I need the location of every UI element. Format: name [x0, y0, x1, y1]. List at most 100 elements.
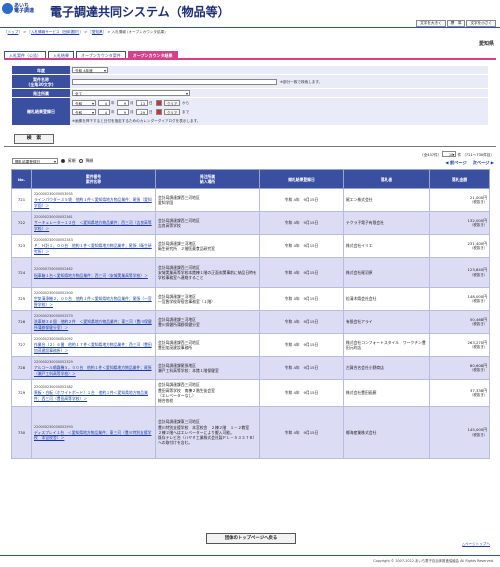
- case-name-link[interactable]: ラインパウダー３５袋 他約１件＜愛知県地方物品業件；尾張（愛知学園）＞: [34, 197, 152, 207]
- prev-page-label: 前ページ: [449, 160, 467, 165]
- org-label: 発注所属: [12, 89, 70, 98]
- case-name-link[interactable]: Ｐ：Ｈ計１，００台 他約１件＜愛知県地方物品業件；尾張（衛生研究所）＞: [34, 243, 152, 253]
- amount-note: （税抜き）: [470, 200, 487, 204]
- breadcrumb-service-link[interactable]: 入札情報サービス（団体選択）: [31, 30, 80, 34]
- table-row: 722 220000230000052361 サーキュレーター１２台 ＜愛知県地方物…: [11, 211, 490, 235]
- table-row: 724 220000720000052462 指車箱１台＜愛知県地方物品業件；西三河…: [11, 257, 490, 288]
- row-case: 220000230000052500 空気清浄機２，００台 他約１件＜愛知県地方物…: [31, 287, 156, 311]
- amount-note: （税抜き）: [470, 345, 487, 349]
- back-to-org-top-button[interactable]: 団体のトップページへ戻る: [206, 533, 296, 544]
- breadcrumb-prefecture-link[interactable]: 愛知県: [92, 30, 103, 34]
- logo-icon: [2, 3, 13, 14]
- row-date: 令和 4年 9月15日: [259, 333, 344, 357]
- row-no: 721: [11, 188, 32, 212]
- row-date: 令和 4年 9月15日: [259, 406, 344, 459]
- page-range: （721～730件目）: [462, 153, 494, 157]
- font-standard-button[interactable]: 標 準: [446, 20, 466, 27]
- breadcrumb-sep: >: [82, 30, 89, 34]
- row-winner: 株式会社尾羽原: [343, 257, 430, 288]
- font-size-controls: 文字を大きく 標 準 文字を小さく: [416, 20, 496, 27]
- sort-desc-radio[interactable]: [78, 159, 83, 163]
- table-row: 730 220000230000052593 ディスプレイ１台 ＜愛知県地方物品業件…: [11, 406, 490, 459]
- sort-controls: 開札結果登録日 昇順 降順: [12, 158, 94, 165]
- next-page-link[interactable]: 次ページ ▶: [473, 160, 494, 166]
- table-row: 729 220000230000052382 黒板・白板（ホワイトボード）１台 他約…: [11, 379, 490, 407]
- next-page-label: 次ページ: [472, 160, 490, 165]
- site-title: 電子調達共同システム（物品等）: [50, 5, 230, 19]
- header-case: 案件番号 案件名称: [31, 169, 156, 189]
- logo-text: あいち 電子調達: [14, 4, 48, 14]
- date-to-clear-button[interactable]: クリア: [164, 109, 181, 115]
- date-to-year-input[interactable]: 4: [98, 109, 110, 115]
- row-org: 会計局調達課尾張地区 瀬戸工科高等学校：本館１階保健室: [155, 356, 260, 380]
- case-name-link[interactable]: サーキュレーター１２台 ＜愛知県地方物品業件；西三河（吉良高等学校）＞: [34, 220, 152, 230]
- row-no: 727: [11, 333, 32, 357]
- case-name-link[interactable]: アルコール噴霧機５，００台 他約１件＜愛知県地方物品業件；尾張（瀬戸工科高等学校…: [34, 365, 152, 375]
- day-unit: 日: [149, 110, 153, 114]
- calendar-icon[interactable]: [156, 100, 162, 106]
- results-table: No. 案件番号 案件名称 発注所属 納入場所 開札結果登録日 落札者 落札金額…: [11, 169, 490, 459]
- date-to-day-input[interactable]: 29: [136, 109, 148, 115]
- sort-desc-label: 降順: [85, 158, 94, 163]
- per-page-select[interactable]: 10: [442, 151, 457, 158]
- case-name-link[interactable]: 洗車剤３６個 他約２件 ＜愛知県地方物品業件；東三河（豊川保健所蒲郡保健分室）＞: [34, 319, 152, 329]
- prev-page-link[interactable]: ◀ 前ページ: [445, 160, 466, 166]
- row-date: 令和 4年 9月15日: [259, 356, 344, 380]
- row-no: 724: [11, 257, 32, 288]
- row-winner: 有限会社アライ: [343, 310, 430, 334]
- date-from-era-select[interactable]: 令和: [72, 100, 96, 107]
- row-no: 730: [11, 406, 32, 459]
- case-name-link[interactable]: 作業台（２）６番 他約１７件＜愛知県地方物品業件；西三河（豊田加茂建設事務所）＞: [34, 342, 152, 352]
- row-no: 729: [11, 379, 32, 407]
- row-no: 726: [11, 310, 32, 334]
- date-from-clear-button[interactable]: クリア: [164, 100, 181, 106]
- divider: [4, 146, 496, 147]
- case-name-link[interactable]: 指車箱１台＜愛知県地方物品業件；西三河（安城実業高等学校）＞: [34, 273, 148, 278]
- sort-asc-radio[interactable]: [61, 159, 65, 163]
- row-org: 会計局調達課三河地区 豊川保健所蒲郡保健分室: [155, 310, 260, 334]
- case-name-link[interactable]: ディスプレイ１台 ＜愛知県地方物品業件；東三河（豊川特別支援学校 本宮校舎）＞: [34, 430, 151, 440]
- search-row-org: 発注所属 全て: [12, 89, 488, 98]
- row-date: 令和 4年 9月15日: [259, 234, 344, 258]
- case-name-label-sub: (全角30文字): [28, 81, 54, 87]
- date-from-day-input[interactable]: 13: [136, 100, 148, 106]
- row-date: 令和 4年 9月15日: [259, 211, 344, 235]
- row-org: 会計局調達課西三河地区 愛知学園: [155, 188, 260, 212]
- font-smaller-button[interactable]: 文字を小さく: [466, 20, 496, 27]
- region-name: 愛知県: [478, 41, 494, 47]
- case-name-link[interactable]: 黒板・白板（ホワイトボード）１台 他約１件＜愛知県地方物品業件；西三河（豊田高等…: [34, 390, 148, 400]
- date-to-month-input[interactable]: 9: [117, 109, 129, 115]
- font-larger-button[interactable]: 文字を大きく: [416, 20, 446, 27]
- row-amount: 145,000円 （税抜き）: [429, 406, 490, 459]
- amount-note: （税抜き）: [470, 299, 487, 303]
- case-name-link[interactable]: 空気清浄機２，００台 他約１件＜愛知県地方物品業件；尾張（一宮聾学校）＞: [34, 296, 152, 306]
- header-date: 開札結果登録日: [259, 169, 344, 189]
- amount-note: （税抜き）: [470, 368, 487, 372]
- logo-line2: 電子調達: [14, 8, 35, 14]
- row-amount: 80,608円 （税抜き）: [429, 356, 490, 380]
- calendar-icon[interactable]: [156, 109, 162, 115]
- row-org: 会計局調達課西三河地区 豊田加茂建設事務所: [155, 333, 260, 357]
- row-date: 令和 4年 9月15日: [259, 188, 344, 212]
- date-to-era-select[interactable]: 令和: [72, 109, 96, 116]
- row-org: 会計局調達課西三河地区 豊田高等学校 南棟２階生徒会室 （エレベーターなし） 総…: [155, 379, 260, 407]
- date-from-month-input[interactable]: 9: [117, 100, 129, 106]
- page-top-link[interactable]: △ページトップへ: [462, 542, 490, 547]
- year-label: 年度: [12, 66, 70, 75]
- org-select[interactable]: 全て: [72, 90, 190, 97]
- tab-underline: [4, 58, 496, 60]
- table-row: 721 220000230000053935 ラインパウダー３５袋 他約１件＜愛知県…: [11, 188, 490, 212]
- year-select[interactable]: 令和 4年度: [72, 67, 108, 74]
- case-name-input[interactable]: [72, 79, 277, 85]
- row-amount: 50,468円 （税抜き）: [429, 310, 490, 334]
- sort-asc-label: 昇順: [68, 158, 76, 163]
- month-unit: 月: [130, 101, 134, 105]
- breadcrumb-sep: > 入札情報: [106, 30, 128, 34]
- date-from-year-input[interactable]: 4: [98, 100, 110, 106]
- sort-field-select[interactable]: 開札結果登録日: [12, 158, 58, 165]
- copyright: Copyright © 2007-2022 あいち電子自治体推進協議会 All …: [373, 559, 494, 563]
- search-button[interactable]: 検 索: [14, 134, 54, 144]
- row-org: 会計局調達課三河地区 一宮聾学校寄宿舎事務室（１階）: [155, 287, 260, 311]
- row-amount: 21,000円 （税抜き）: [429, 188, 490, 212]
- breadcrumb-home-link[interactable]: トップ: [8, 30, 19, 34]
